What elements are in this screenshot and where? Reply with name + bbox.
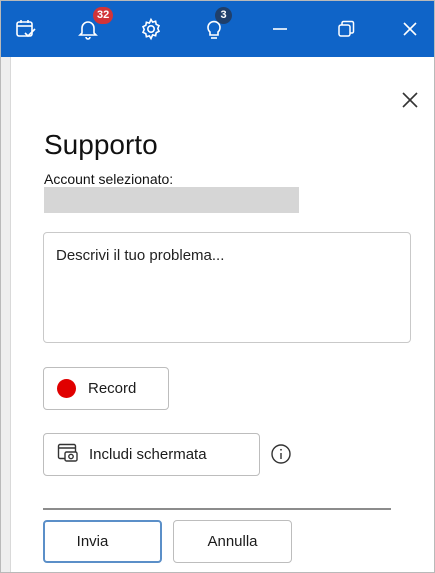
gear-icon <box>139 17 163 41</box>
panel-title: Supporto <box>44 129 158 160</box>
minimize-button[interactable] <box>255 1 305 57</box>
account-label: Account selezionato: <box>44 171 174 187</box>
tips-button[interactable]: 3 <box>189 1 239 57</box>
account-value-redacted <box>44 187 299 213</box>
info-icon[interactable] <box>270 443 292 465</box>
notifications-button[interactable]: 32 <box>63 1 114 57</box>
close-icon <box>400 19 420 39</box>
restore-icon <box>336 19 356 39</box>
task-check-button[interactable] <box>1 1 51 57</box>
notification-count-badge: 32 <box>93 7 114 24</box>
title-bar: 32 3 <box>1 1 434 57</box>
problem-description-input[interactable]: Descrivi il tuo problema... <box>43 232 411 343</box>
record-icon <box>57 379 76 398</box>
record-label: Record <box>88 380 137 397</box>
restore-button[interactable] <box>321 1 371 57</box>
send-button[interactable]: Invia <box>43 520 162 563</box>
divider <box>43 508 391 510</box>
support-window: 32 3 Supporto Account selezionato: Descr… <box>0 0 435 573</box>
cancel-button[interactable]: Annulla <box>173 520 292 563</box>
include-screenshot-button[interactable]: Includi schermata <box>43 433 260 476</box>
screenshot-icon <box>57 443 79 467</box>
left-rail <box>1 57 11 572</box>
minimize-icon <box>270 19 290 39</box>
tips-count-badge: 3 <box>215 7 232 24</box>
panel-close-button[interactable] <box>397 89 423 115</box>
record-button[interactable]: Record <box>43 367 169 410</box>
window-close-button[interactable] <box>385 1 434 57</box>
task-check-icon <box>14 17 38 41</box>
close-icon <box>401 91 419 114</box>
settings-button[interactable] <box>126 1 176 57</box>
include-screenshot-label: Includi schermata <box>89 446 207 463</box>
